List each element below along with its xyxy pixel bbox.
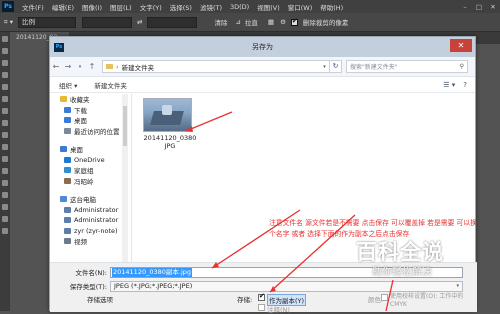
arrow-to-file (185, 111, 233, 132)
arrow-to-copy (269, 214, 356, 293)
arrow-to-filename (211, 209, 301, 269)
watermark-title: 百科全说 (356, 240, 444, 264)
arrow-head-filename (212, 262, 219, 268)
arrow-head-file (186, 126, 193, 132)
watermark-subtitle: 助你轻松解决 (372, 267, 432, 278)
arrow-bottom (385, 279, 394, 311)
